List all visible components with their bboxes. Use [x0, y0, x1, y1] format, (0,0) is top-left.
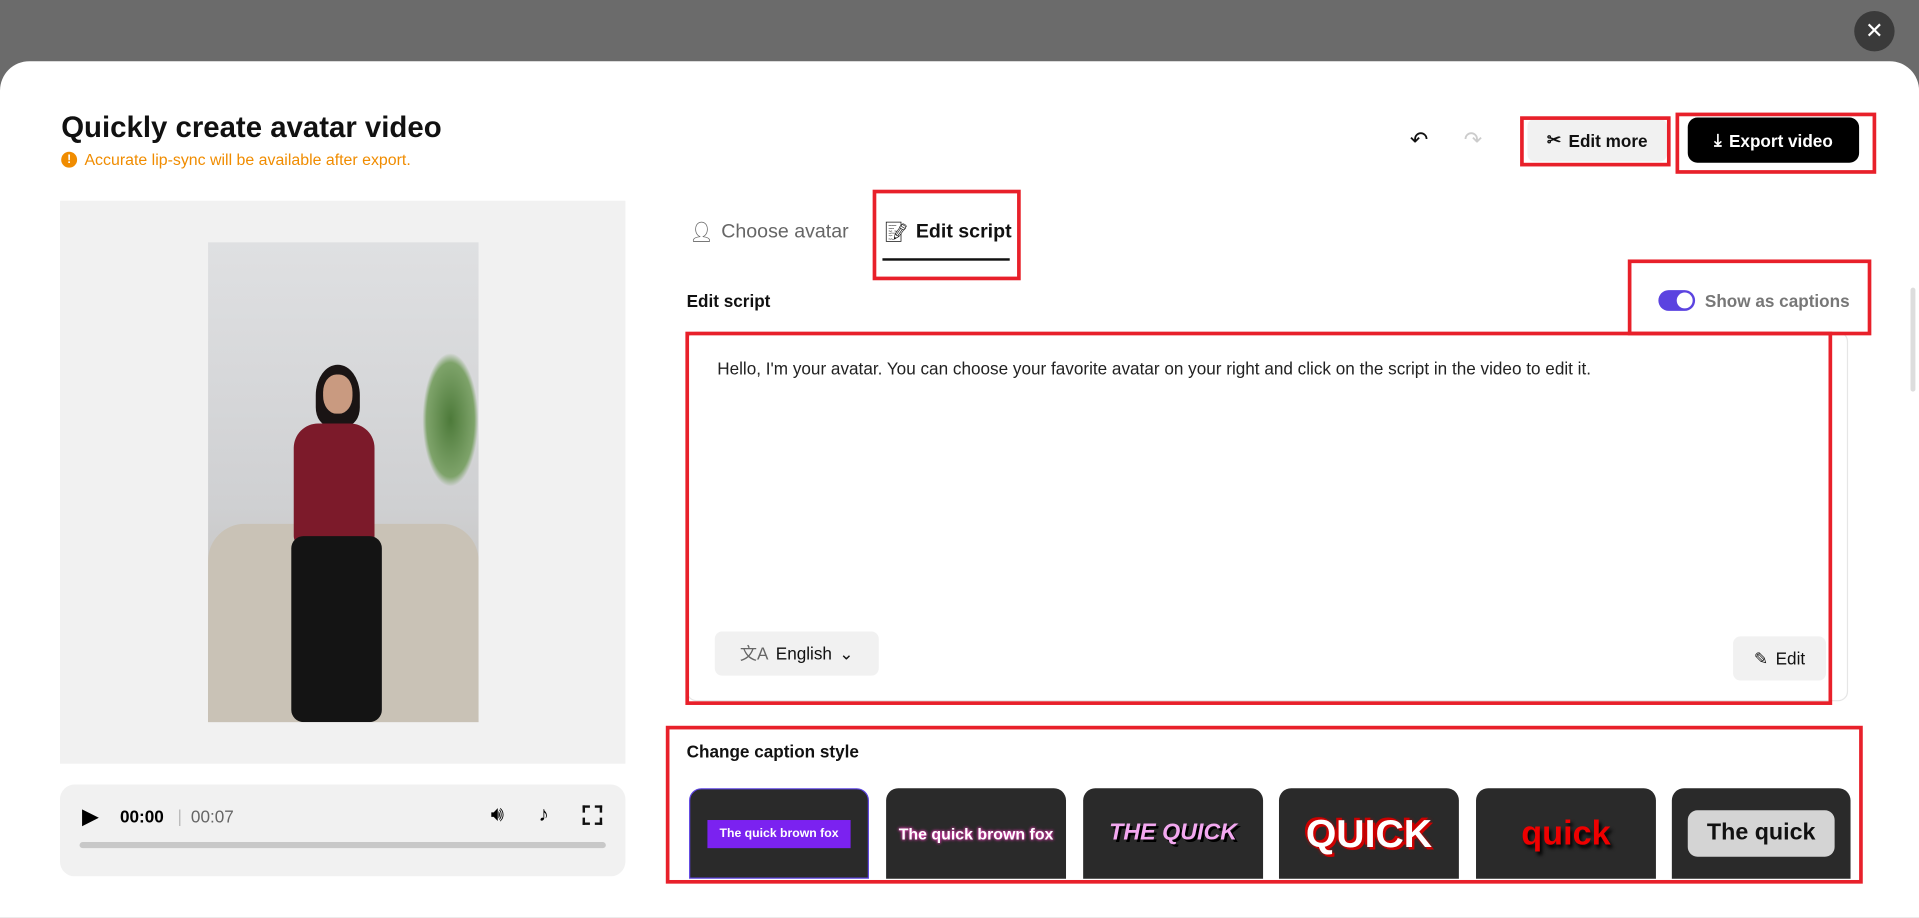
volume-icon: 🔊︎	[490, 802, 504, 827]
edit-more-label: Edit more	[1568, 130, 1648, 150]
caption-style-heading: Change caption style	[686, 741, 859, 762]
video-player-controls: ▶ 00:00 | 00:07 🔊︎ ♪	[59, 784, 626, 877]
tiktok-button[interactable]: ♪	[539, 803, 549, 827]
script-editor[interactable]: Hello, I'm your avatar. You can choose y…	[686, 331, 1849, 702]
warning-text: Accurate lip-sync will be available afte…	[84, 150, 411, 169]
avatar-face	[323, 374, 353, 414]
progress-bar[interactable]	[79, 842, 606, 849]
plant	[422, 352, 479, 488]
lip-sync-warning: ! Accurate lip-sync will be available aft…	[61, 151, 411, 169]
scissors-icon: ✂	[1546, 129, 1562, 150]
edit-script-heading: Edit script	[686, 291, 771, 311]
caption-sample: The quick brown fox	[707, 819, 851, 848]
edit-script-button[interactable]: ✎ Edit	[1733, 636, 1827, 681]
avatar-legs	[291, 536, 382, 723]
close-icon: ✕	[1865, 18, 1884, 43]
undo-icon: ↶	[1409, 127, 1429, 152]
tab-edit-script[interactable]: 📝︎ Edit script	[884, 220, 1012, 244]
redo-button[interactable]: ↷	[1464, 127, 1482, 153]
avatar-body	[293, 423, 375, 546]
caption-sample: QUICK	[1305, 810, 1433, 855]
tab-label: Choose avatar	[721, 221, 849, 243]
translate-icon: 文A	[739, 643, 769, 664]
close-button[interactable]: ✕	[1854, 11, 1895, 52]
time-separator: |	[177, 806, 182, 827]
volume-button[interactable]: 🔊︎	[491, 803, 504, 827]
caption-style-tile-3[interactable]: THE QUICK	[1083, 788, 1264, 879]
tab-label: Edit script	[915, 221, 1012, 243]
download-icon: ⤓	[1714, 129, 1722, 150]
toggle-knob	[1676, 292, 1693, 309]
language-select[interactable]: 文A English ⌄	[714, 631, 879, 676]
caption-style-tile-1[interactable]: The quick brown fox	[689, 788, 869, 879]
fullscreen-button[interactable]	[582, 805, 603, 825]
caption-sample: THE QUICK	[1109, 820, 1238, 846]
redo-icon: ↷	[1463, 127, 1483, 152]
export-label: Export video	[1729, 130, 1833, 150]
edit-more-button[interactable]: ✂ Edit more	[1527, 118, 1667, 162]
video-preview	[59, 200, 626, 764]
caption-sample: The quick	[1687, 810, 1836, 857]
script-text[interactable]: Hello, I'm your avatar. You can choose y…	[717, 359, 1591, 379]
tab-choose-avatar[interactable]: 👤︎ Choose avatar	[689, 220, 849, 244]
current-time: 00:00	[119, 806, 164, 827]
caption-style-tile-5[interactable]: quick	[1476, 788, 1656, 879]
chevron-down-icon: ⌄	[839, 643, 854, 663]
show-captions-toggle[interactable]	[1658, 290, 1696, 311]
play-button[interactable]: ▶	[82, 804, 99, 830]
caption-style-tile-2[interactable]: The quick brown fox	[886, 788, 1067, 879]
language-label: English	[775, 643, 832, 664]
active-tab-underline	[882, 258, 1010, 261]
duration: 00:07	[190, 806, 234, 827]
caption-sample: The quick brown fox	[898, 824, 1054, 843]
play-icon: ▶	[82, 804, 99, 829]
caption-sample: quick	[1521, 813, 1611, 852]
caption-style-tile-4[interactable]: QUICK	[1278, 788, 1459, 879]
script-icon: 📝︎	[883, 222, 909, 244]
avatar-icon: 👤︎	[689, 222, 714, 244]
scrollbar[interactable]	[1910, 287, 1916, 392]
avatar-video[interactable]	[208, 242, 479, 723]
caption-style-tile-6[interactable]: The quick	[1671, 788, 1851, 879]
page-title: Quickly create avatar video	[61, 111, 442, 145]
warning-icon: !	[61, 151, 78, 168]
edit-label: Edit	[1775, 648, 1806, 669]
show-captions-label: Show as captions	[1704, 291, 1850, 311]
pencil-icon: ✎	[1753, 648, 1769, 668]
undo-button[interactable]: ↶	[1410, 127, 1428, 153]
export-video-button[interactable]: ⤓ Export video	[1687, 117, 1860, 163]
tiktok-icon: ♪	[538, 802, 549, 827]
